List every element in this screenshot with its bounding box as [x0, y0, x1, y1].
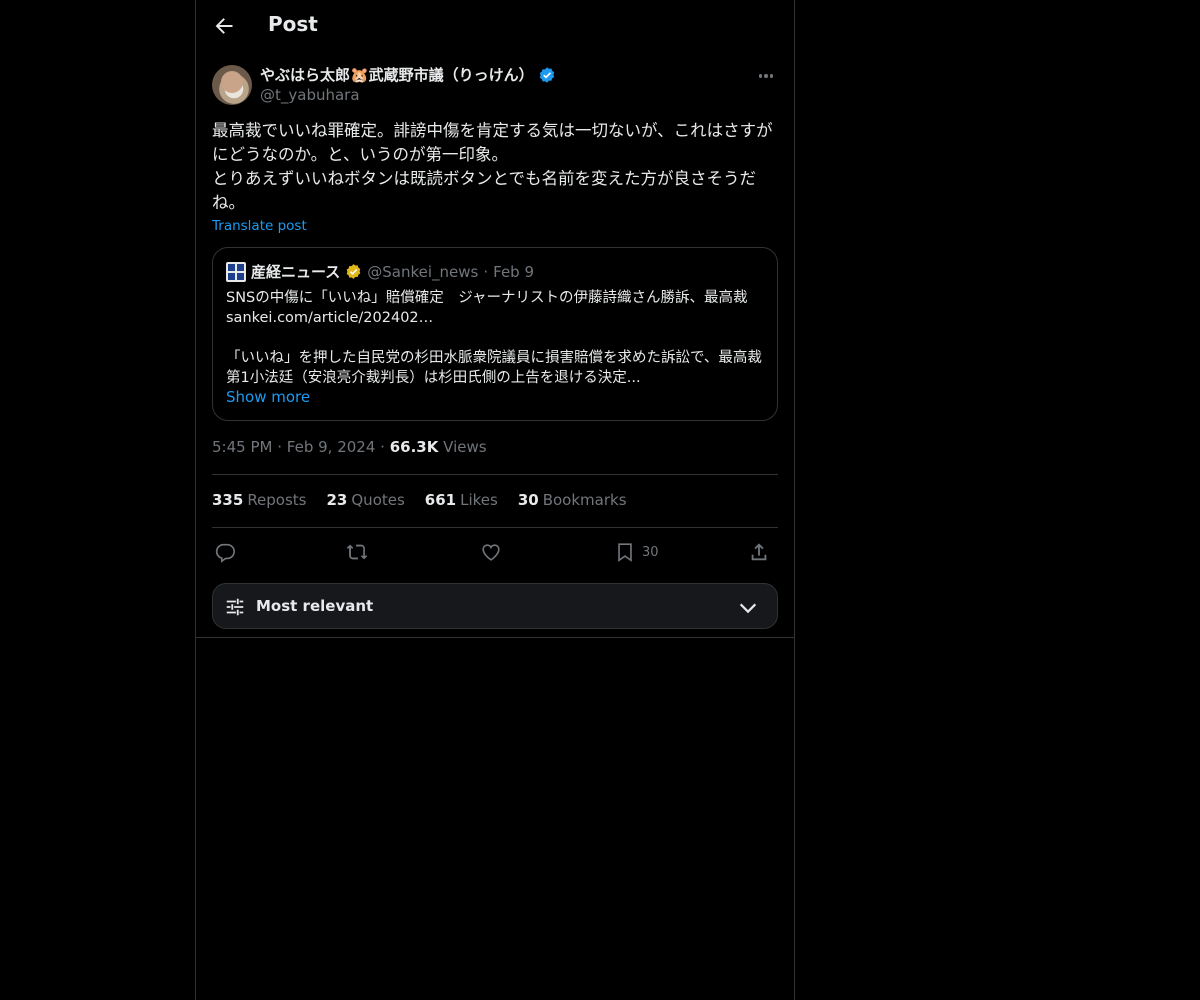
dot-icon — [758, 74, 763, 78]
translate-post-link[interactable]: Translate post — [212, 218, 307, 234]
back-button[interactable] — [212, 14, 236, 38]
page-title: Post — [268, 12, 318, 36]
action-bar: 30 — [212, 538, 778, 566]
author-name[interactable]: やぶはら太郎🐹武蔵野市議（りっけん） — [260, 64, 534, 85]
chevron-down-icon — [739, 603, 757, 614]
arrow-left-icon — [215, 18, 233, 34]
likes-stat[interactable]: 661 Likes — [425, 491, 498, 509]
bookmark-icon — [618, 543, 632, 562]
reply-sort-dropdown[interactable]: Most relevant — [212, 583, 778, 629]
sankei-logo-icon — [226, 261, 246, 282]
post-text: 最高裁でいいね罪確定。誹謗中傷を肯定する気は一切ないが、これはさすがにどうなのか… — [212, 121, 773, 212]
show-more-link[interactable]: Show more — [226, 388, 310, 406]
share-button[interactable] — [748, 538, 770, 566]
quoted-post-header: 産経ニュース @Sankei_news · Feb 9 — [226, 261, 534, 282]
author-name-row: やぶはら太郎🐹武蔵野市議（りっけん） — [260, 64, 556, 85]
quoted-post-card[interactable]: 産経ニュース @Sankei_news · Feb 9 SNSの中傷に「いいね」… — [212, 247, 778, 421]
post-timestamp: 5:45 PM · Feb 9, 2024 · 66.3K Views — [212, 438, 487, 456]
divider — [196, 637, 794, 638]
separator-dot: · — [483, 262, 489, 281]
separator-dot: · — [380, 438, 385, 456]
quoted-post-text: SNSの中傷に「いいね」賠償確定 ジャーナリストの伊藤詩織さん勝訴、最高裁 sa… — [226, 290, 762, 386]
share-icon — [751, 543, 767, 561]
quoted-author-handle: @Sankei_news — [367, 262, 479, 281]
more-options-button[interactable] — [754, 66, 778, 86]
post-time[interactable]: 5:45 PM — [212, 438, 272, 456]
engagement-stats: 335 Reposts 23 Quotes 661 Likes 30 Bookmarks — [212, 491, 627, 509]
verified-badge-icon[interactable] — [538, 66, 556, 84]
heart-icon — [482, 544, 500, 561]
avatar-face — [221, 71, 243, 93]
bookmark-button[interactable]: 30 — [614, 538, 659, 566]
avatar[interactable] — [212, 65, 252, 105]
views-label: Views — [443, 438, 487, 456]
repost-button[interactable] — [346, 538, 368, 566]
top-bar: Post — [196, 0, 794, 54]
quoted-post-date: Feb 9 — [493, 262, 535, 281]
dot-icon — [769, 74, 774, 78]
gold-verified-badge-icon — [346, 264, 361, 279]
repost-icon — [346, 544, 368, 560]
bookmark-count: 30 — [642, 544, 659, 560]
reply-button[interactable] — [214, 538, 236, 566]
post-author: やぶはら太郎🐹武蔵野市議（りっけん） @t_yabuhara — [212, 64, 778, 108]
quotes-stat[interactable]: 23 Quotes — [327, 491, 405, 509]
divider — [212, 474, 778, 475]
reply-icon — [215, 543, 235, 563]
author-handle[interactable]: @t_yabuhara — [260, 86, 360, 104]
divider — [212, 527, 778, 528]
bookmarks-stat[interactable]: 30 Bookmarks — [518, 491, 627, 509]
quoted-author-name: 産経ニュース — [251, 263, 341, 281]
dot-icon — [764, 74, 768, 78]
post-column: Post やぶはら太郎🐹武蔵野市議（りっけん） @t_yabuhara 最高裁で… — [195, 0, 795, 1000]
views-count: 66.3K — [389, 438, 439, 456]
reposts-stat[interactable]: 335 Reposts — [212, 491, 307, 509]
separator-dot: · — [277, 438, 283, 456]
like-button[interactable] — [480, 538, 502, 566]
post-date[interactable]: Feb 9, 2024 — [287, 438, 376, 456]
sort-label: Most relevant — [256, 597, 374, 615]
sliders-icon — [226, 598, 244, 616]
